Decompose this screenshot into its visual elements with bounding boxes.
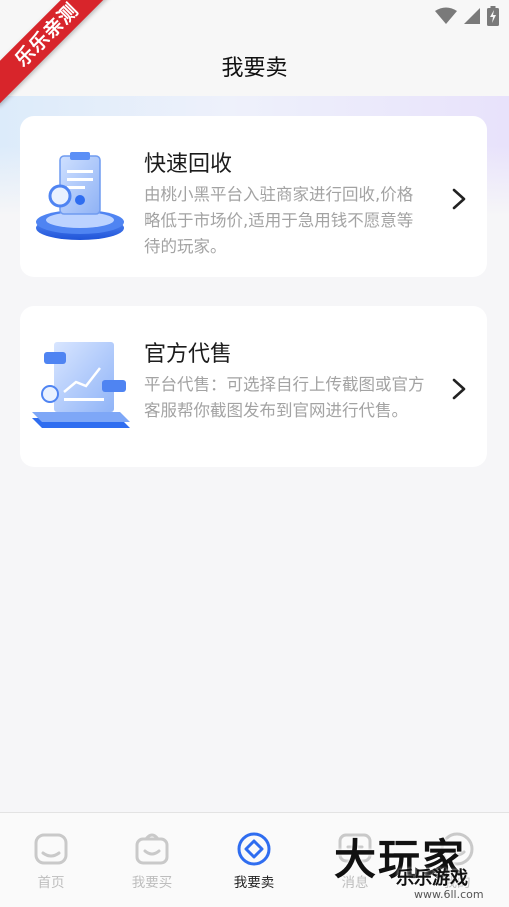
tab-buy[interactable]: 我要买	[112, 831, 192, 891]
chevron-right-icon[interactable]	[451, 378, 467, 400]
home-icon	[34, 833, 68, 865]
sell-icon	[237, 832, 271, 866]
tab-sell[interactable]: 我要卖	[214, 831, 294, 891]
card-description: 由桃小黑平台入驻商家进行回收,价格略低于市场价,适用于急用钱不愿意等待的玩家。	[144, 185, 414, 256]
chevron-right-icon[interactable]	[451, 188, 467, 210]
battery-charging-icon	[487, 6, 499, 26]
signal-icon	[464, 8, 480, 24]
status-icons	[435, 6, 499, 26]
tab-home[interactable]: 首页	[11, 831, 91, 891]
quick-recycle-card[interactable]: 快速回收 由桃小黑平台入驻商家进行回收,价格略低于市场价,适用于急用钱不愿意等待…	[20, 116, 487, 277]
tab-label: 我要买	[131, 875, 173, 891]
card-description: 平台代售：可选择自行上传截图或官方客服帮你截图发布到官网进行代售。	[144, 375, 425, 420]
shopping-bag-icon	[135, 833, 169, 865]
watermark-sub-text: 乐乐游戏	[396, 868, 468, 889]
watermark-url: www.6ll.com	[414, 888, 484, 901]
card-title: 快速回收	[144, 152, 233, 177]
clipboard-recycle-illustration	[36, 152, 124, 240]
wifi-icon	[435, 7, 457, 24]
page-title: 我要卖	[221, 56, 288, 81]
card-title: 官方代售	[144, 342, 233, 367]
official-consignment-card[interactable]: 官方代售 平台代售：可选择自行上传截图或官方客服帮你截图发布到官网进行代售。	[20, 306, 487, 467]
watermark-logo: 大玩家 乐乐游戏 www.6ll.com	[334, 826, 509, 906]
tab-label: 我要卖	[233, 875, 275, 891]
tab-label: 首页	[37, 875, 65, 891]
header: 我要卖	[0, 34, 509, 96]
chart-document-illustration	[32, 342, 130, 428]
